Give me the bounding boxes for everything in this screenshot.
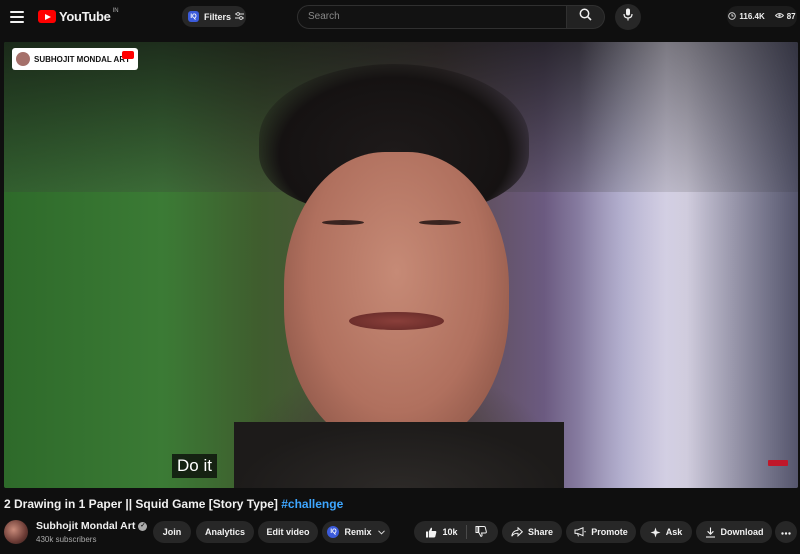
search-button[interactable]	[567, 5, 605, 29]
video-frame-shirt	[234, 422, 564, 488]
dislike-icon[interactable]	[475, 525, 487, 539]
corner-tag	[768, 460, 788, 466]
search-icon	[579, 8, 592, 26]
share-icon	[511, 527, 523, 537]
channel-name: Subhojit Mondal Art	[36, 520, 136, 532]
logo-text: YouTube	[59, 9, 111, 24]
iq-badge: IQ	[327, 526, 340, 538]
video-frame-light	[579, 42, 798, 488]
filters-button[interactable]: IQ Filters	[182, 6, 246, 27]
download-label: Download	[720, 527, 764, 537]
promote-button[interactable]: Promote	[566, 521, 636, 543]
youtube-mini-icon	[122, 51, 134, 59]
verified-icon: ✓	[138, 521, 148, 531]
logo-country: IN	[112, 7, 119, 14]
eye-icon	[774, 12, 784, 21]
share-label: Share	[527, 527, 553, 537]
download-button[interactable]: Download	[696, 521, 772, 543]
channel-name-link[interactable]: Subhojit Mondal Art ✓	[36, 520, 148, 532]
chevron-down-icon	[377, 527, 385, 537]
megaphone-icon	[574, 527, 587, 537]
edit-video-button[interactable]: Edit video	[258, 521, 318, 543]
channel-avatar[interactable]	[4, 520, 28, 544]
sparkle-icon	[650, 527, 661, 538]
video-frame-mouth	[349, 312, 444, 330]
video-frame-face	[284, 152, 509, 452]
share-button[interactable]: Share	[502, 521, 562, 543]
youtube-logo[interactable]: YouTube IN	[38, 7, 119, 24]
edit-video-label: Edit video	[266, 527, 310, 537]
remix-button[interactable]: IQ Remix	[322, 521, 390, 543]
sliders-icon	[235, 11, 245, 22]
more-actions-button[interactable]	[775, 521, 797, 543]
like-button[interactable]	[425, 527, 437, 538]
like-count: 10k	[442, 527, 458, 537]
subtitle-caption: Do it	[172, 454, 217, 478]
top-bar: YouTube IN IQ Filters Search 116.4K 87	[0, 0, 800, 34]
menu-icon[interactable]	[10, 11, 24, 23]
video-title-text: 2 Drawing in 1 Paper || Squid Game [Stor…	[4, 497, 278, 511]
divider	[465, 525, 467, 539]
filters-label: Filters	[204, 11, 232, 22]
clock-icon	[728, 11, 737, 22]
ask-label: Ask	[665, 527, 683, 537]
likes-stat: 87	[786, 12, 796, 21]
ask-button[interactable]: Ask	[640, 521, 692, 543]
remix-label: Remix	[344, 527, 372, 537]
video-player[interactable]: SUBHOJIT MONDAL ART Do it	[4, 42, 798, 488]
more-icon	[781, 527, 791, 537]
video-frame-eye	[322, 220, 364, 225]
promote-label: Promote	[591, 527, 628, 537]
youtube-play-icon	[38, 10, 56, 23]
watermark-avatar	[16, 52, 30, 66]
hashtag-link[interactable]: #challenge	[281, 497, 343, 511]
iq-badge: IQ	[188, 11, 199, 22]
views-stat: 116.4K	[739, 12, 765, 21]
channel-watermark: SUBHOJIT MONDAL ART	[12, 48, 138, 70]
download-icon	[705, 527, 716, 538]
analytics-button[interactable]: Analytics	[196, 521, 254, 543]
join-label: Join	[162, 527, 182, 537]
channel-row: Subhojit Mondal Art ✓ 430k subscribers Jo…	[4, 519, 800, 547]
video-frame-eye	[419, 220, 461, 225]
mic-icon	[623, 8, 633, 26]
stats-widget[interactable]: 116.4K 87	[727, 6, 797, 27]
subscriber-count: 430k subscribers	[36, 535, 97, 544]
join-button[interactable]: Join	[153, 521, 191, 543]
video-title: 2 Drawing in 1 Paper || Squid Game [Stor…	[4, 497, 343, 511]
analytics-label: Analytics	[204, 527, 246, 537]
watermark-text: SUBHOJIT MONDAL ART	[34, 54, 130, 64]
like-dislike-group: 10k	[414, 521, 498, 543]
voice-search-button[interactable]	[615, 4, 641, 30]
search-input[interactable]: Search	[297, 5, 567, 29]
